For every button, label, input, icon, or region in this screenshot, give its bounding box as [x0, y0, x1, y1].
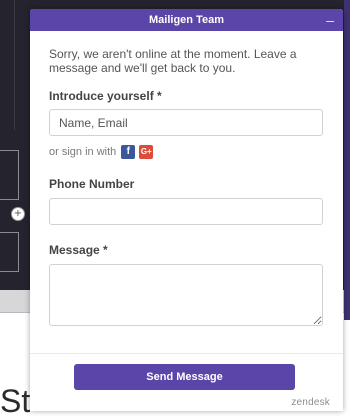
- chat-widget: Mailigen Team – Sorry, we aren't online …: [30, 9, 343, 411]
- widget-header[interactable]: Mailigen Team –: [30, 9, 343, 31]
- phone-label: Phone Number: [49, 177, 135, 191]
- background-heading-fragment: St: [0, 383, 31, 419]
- zendesk-brand[interactable]: zendesk: [291, 397, 330, 408]
- background-frame: [0, 150, 19, 200]
- social-signin: or sign in with f G+: [49, 145, 324, 159]
- plus-icon[interactable]: +: [11, 207, 25, 221]
- background-purple-edge: [344, 0, 350, 320]
- background-divider: [0, 0, 15, 130]
- widget-form: Sorry, we aren't online at the moment. L…: [30, 47, 343, 326]
- background-frame: [0, 232, 19, 272]
- name-label: Introduce yourself *: [49, 89, 162, 103]
- minimize-icon[interactable]: –: [326, 9, 334, 31]
- google-plus-icon[interactable]: G+: [139, 145, 154, 159]
- widget-footer: Send Message zendesk: [30, 353, 343, 411]
- name-email-input[interactable]: [49, 109, 323, 136]
- offline-message: Sorry, we aren't online at the moment. L…: [49, 47, 297, 75]
- widget-title: Mailigen Team: [149, 14, 224, 26]
- signin-text: or sign in with: [49, 146, 117, 158]
- facebook-icon[interactable]: f: [121, 145, 136, 159]
- phone-input[interactable]: [49, 198, 323, 225]
- message-label: Message *: [49, 243, 108, 257]
- message-textarea[interactable]: [49, 264, 323, 326]
- send-message-button[interactable]: Send Message: [74, 364, 295, 390]
